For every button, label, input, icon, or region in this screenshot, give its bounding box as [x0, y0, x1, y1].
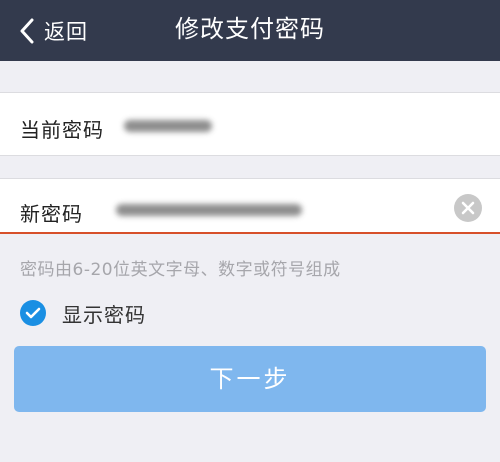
show-password-label: 显示密码: [62, 302, 146, 327]
show-password-toggle[interactable]: 显示密码: [20, 298, 146, 328]
page-title: 修改支付密码: [175, 15, 325, 43]
top-bar: 返回 修改支付密码: [0, 0, 500, 61]
checkmark-icon[interactable]: [20, 300, 46, 326]
current-password-row[interactable]: 当前密码: [0, 92, 500, 156]
new-password-row[interactable]: 新密码: [0, 178, 500, 234]
password-hint: 密码由6-20位英文字母、数字或符号组成: [20, 260, 341, 280]
new-password-label: 新密码: [20, 202, 83, 226]
new-password-field[interactable]: [116, 204, 302, 216]
current-password-field[interactable]: [124, 120, 212, 132]
clear-icon[interactable]: [454, 194, 482, 222]
current-password-label: 当前密码: [20, 118, 104, 142]
next-step-button[interactable]: 下一步: [14, 346, 486, 412]
